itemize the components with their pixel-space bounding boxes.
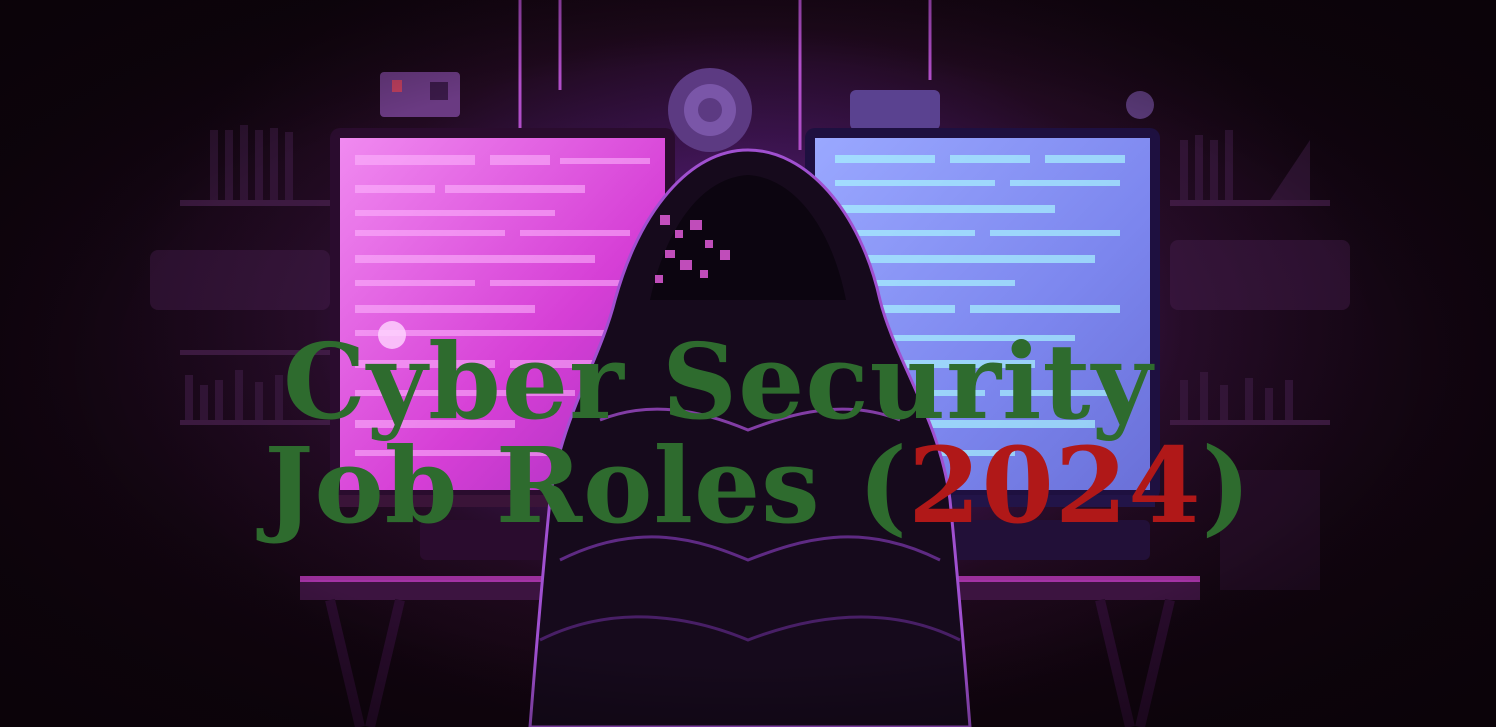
- title-line-2-suffix: ): [1201, 424, 1252, 547]
- title-year: 2024: [908, 424, 1202, 547]
- hero-banner: Cyber Security Job Roles (2024): [0, 0, 1496, 727]
- title-line-2: Job Roles (2024): [20, 434, 1496, 538]
- title-line-2-prefix: Job Roles (: [264, 424, 909, 547]
- banner-title: Cyber Security Job Roles (2024): [0, 330, 1496, 538]
- title-line-1: Cyber Security: [282, 320, 1154, 443]
